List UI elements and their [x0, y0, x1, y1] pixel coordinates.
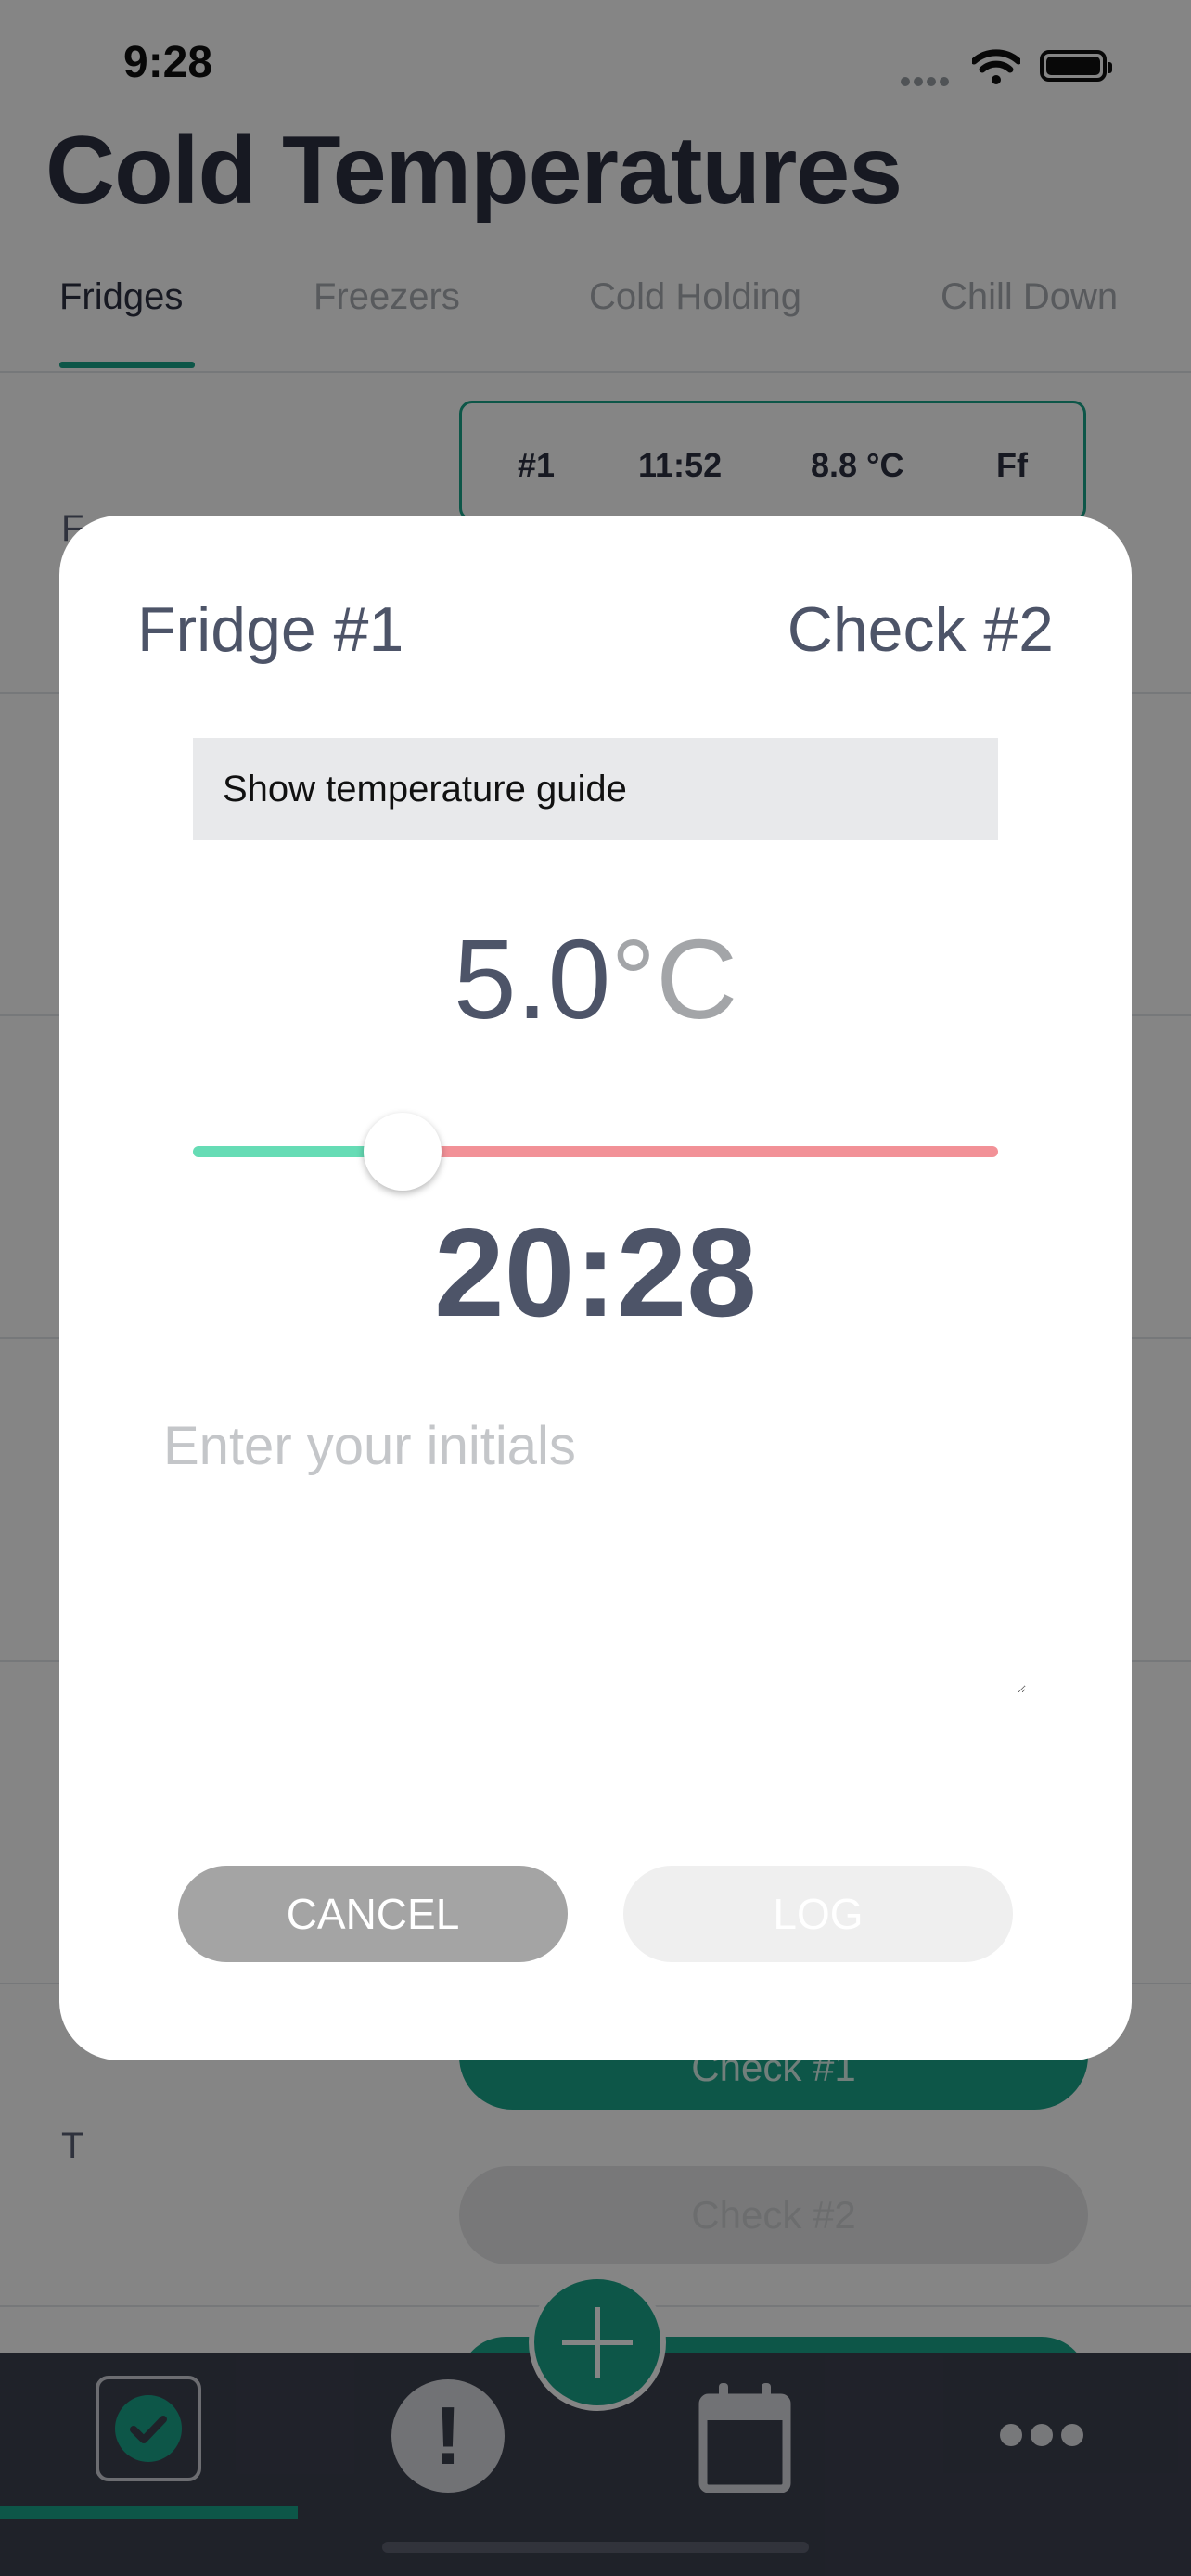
check-time-display: 20:28: [434, 1202, 757, 1343]
fridge-label: Fridge #1: [137, 594, 404, 665]
slider-thumb[interactable]: [364, 1113, 442, 1191]
cancel-button[interactable]: CANCEL: [178, 1866, 568, 1962]
check-label: Check #2: [787, 594, 1054, 665]
temperature-value: 5.0: [453, 916, 611, 1042]
temperature-slider[interactable]: [193, 1107, 998, 1200]
log-button[interactable]: LOG: [623, 1866, 1013, 1962]
slider-warning-track: [403, 1146, 998, 1157]
log-temperature-dialog: Fridge #1 Check #2 Show temperature guid…: [59, 516, 1132, 2060]
temperature-readout: 5.0°C: [59, 914, 1132, 1044]
temperature-guide-button[interactable]: Show temperature guide: [193, 738, 998, 840]
initials-input[interactable]: [163, 1415, 1026, 1693]
app-screen: 9:28 Cold Temperatures Fridges Freezers …: [0, 0, 1191, 2576]
temperature-unit: °C: [610, 916, 738, 1042]
